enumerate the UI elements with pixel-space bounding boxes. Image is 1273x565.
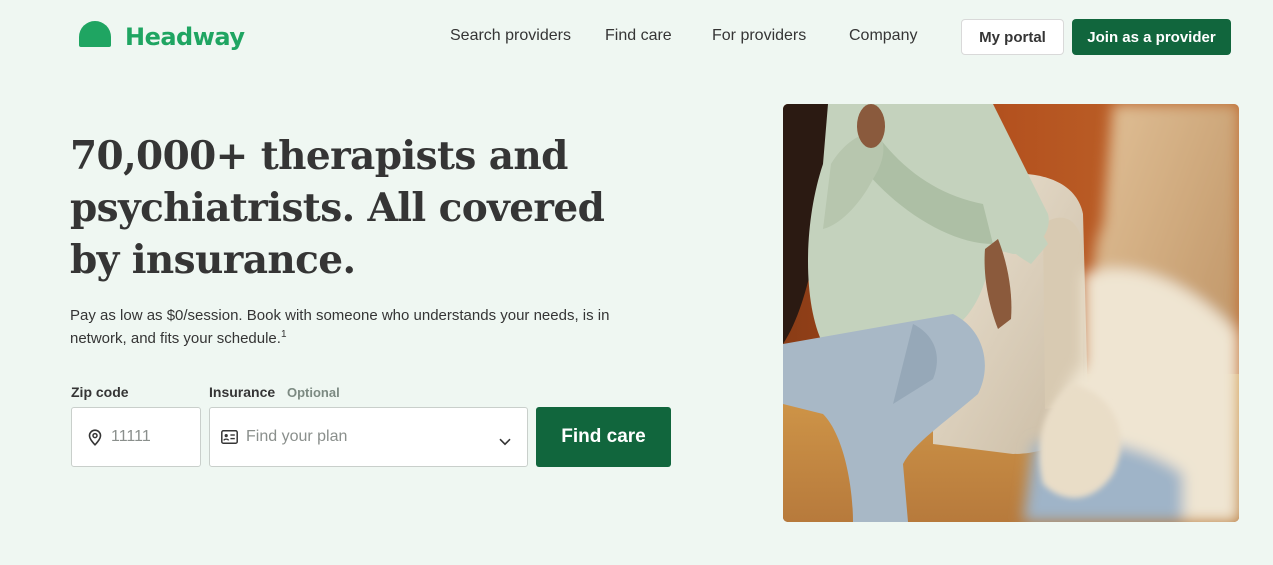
my-portal-button[interactable]: My portal [961,19,1064,55]
find-care-button[interactable]: Find care [536,407,671,467]
chevron-down-icon [499,433,511,451]
zip-code-input[interactable]: 11111 [71,407,201,467]
footnote-marker[interactable]: 1 [281,329,287,340]
nav-for-providers[interactable]: For providers [712,27,806,45]
id-card-icon [221,430,238,449]
site-header: Headway Search providers Find care For p… [0,0,1273,74]
insurance-select[interactable]: Find your plan [209,407,528,467]
map-pin-icon [88,429,102,451]
zip-code-label: Zip code [71,384,129,400]
join-as-provider-button[interactable]: Join as a provider [1072,19,1231,55]
hero-subtitle: Pay as low as $0/session. Book with some… [70,304,650,350]
therapy-session-illustration [783,104,1239,522]
logo-text: Headway [125,23,245,51]
insurance-optional-label: Optional [287,385,340,400]
nav-company[interactable]: Company [849,27,917,45]
hero-title: 70,000+ therapists and psychiatrists. Al… [70,133,605,283]
logo-mark-icon [79,21,111,47]
nav-find-care[interactable]: Find care [605,27,672,45]
insurance-placeholder: Find your plan [246,428,348,445]
insurance-label: Insurance [209,384,276,400]
hero-photo [783,104,1239,522]
zip-code-placeholder: 11111 [111,428,151,445]
hero-subtitle-text: Pay as low as $0/session. Book with some… [70,307,610,347]
nav-search-providers[interactable]: Search providers [450,27,571,45]
